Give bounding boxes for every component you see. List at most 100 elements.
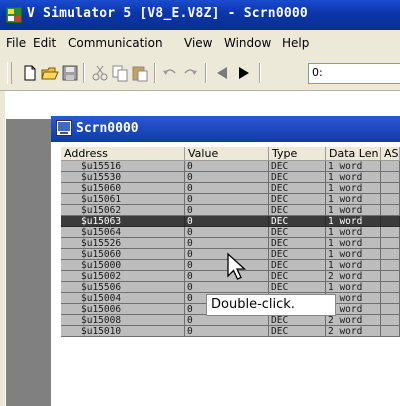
cell-address: $u15000 bbox=[61, 260, 185, 271]
cell-type: DEC bbox=[269, 194, 326, 205]
child-window-title: Scrn0000 bbox=[76, 121, 139, 136]
back-arrow-icon[interactable] bbox=[213, 64, 231, 82]
cell-as bbox=[381, 172, 400, 183]
cell-type: DEC bbox=[269, 271, 326, 282]
menu-communication-label: Communication bbox=[68, 36, 163, 50]
menu-view[interactable]: View bbox=[184, 36, 212, 50]
cell-address: $u15526 bbox=[61, 238, 185, 249]
table-row[interactable]: $u15530 0 DEC 1 word bbox=[61, 172, 400, 183]
cell-as bbox=[381, 216, 400, 227]
cell-address: $u15516 bbox=[61, 161, 185, 172]
screen-number-combo[interactable]: 0: bbox=[308, 63, 400, 84]
cell-address: $u15004 bbox=[61, 293, 185, 304]
cell-value: 0 bbox=[185, 227, 269, 238]
cell-type: DEC bbox=[269, 249, 326, 260]
cell-value: 0 bbox=[185, 172, 269, 183]
cell-value: 0 bbox=[185, 183, 269, 194]
table-row[interactable]: $u15060 0 DEC 1 word bbox=[61, 183, 400, 194]
cell-address: $u15063 bbox=[61, 216, 185, 227]
paste-icon[interactable] bbox=[131, 64, 149, 82]
cell-type: DEC bbox=[269, 161, 326, 172]
cell-len: 1 word bbox=[326, 172, 381, 183]
workspace: Scrn0000 Address Value Type Data Len AS … bbox=[0, 91, 400, 406]
workspace-edge bbox=[0, 91, 6, 406]
cell-len: 2 word bbox=[326, 315, 381, 326]
open-icon[interactable] bbox=[41, 64, 59, 82]
cell-as bbox=[381, 315, 400, 326]
toolbar-grip[interactable] bbox=[7, 62, 12, 84]
cell-value: 0 bbox=[185, 326, 269, 337]
cell-len: 1 word bbox=[326, 238, 381, 249]
forward-arrow-icon[interactable] bbox=[235, 64, 253, 82]
save-icon[interactable] bbox=[61, 64, 79, 82]
cell-address: $u15060 bbox=[61, 183, 185, 194]
new-icon[interactable] bbox=[21, 64, 39, 82]
menu-bar: File Edit Communication View Window Help bbox=[0, 30, 400, 57]
menu-edit[interactable]: Edit bbox=[33, 36, 56, 50]
copy-icon[interactable] bbox=[111, 64, 129, 82]
child-title-bar[interactable]: Scrn0000 bbox=[51, 116, 400, 142]
column-header-data-len[interactable]: Data Len bbox=[326, 147, 381, 161]
column-header-as[interactable]: AS bbox=[381, 147, 400, 161]
cell-as bbox=[381, 326, 400, 337]
cell-value: 0 bbox=[185, 315, 269, 326]
menu-help[interactable]: Help bbox=[282, 36, 309, 50]
cell-value: 0 bbox=[185, 216, 269, 227]
table-row[interactable]: $u15506 0 DEC 1 word bbox=[61, 282, 400, 293]
cell-as bbox=[381, 260, 400, 271]
cell-as bbox=[381, 249, 400, 260]
cell-len: 2 word bbox=[326, 271, 381, 282]
cell-value: 0 bbox=[185, 194, 269, 205]
table-row[interactable]: $u15062 0 DEC 1 word bbox=[61, 205, 400, 216]
cell-len: 1 word bbox=[326, 194, 381, 205]
table-row[interactable]: $u15010 0 DEC 2 word bbox=[61, 326, 400, 337]
cell-len: 1 word bbox=[326, 282, 381, 293]
cell-len: 1 word bbox=[326, 249, 381, 260]
toolbar-separator bbox=[259, 63, 261, 83]
table-row[interactable]: $u15526 0 DEC 1 word bbox=[61, 238, 400, 249]
cell-address: $u15002 bbox=[61, 271, 185, 282]
cell-len: 2 word bbox=[326, 326, 381, 337]
table-row[interactable]: $u15008 0 DEC 2 word bbox=[61, 315, 400, 326]
cell-value: 0 bbox=[185, 282, 269, 293]
cell-as bbox=[381, 183, 400, 194]
undo-icon[interactable] bbox=[161, 64, 179, 82]
redo-icon[interactable] bbox=[181, 64, 199, 82]
menu-window[interactable]: Window bbox=[224, 36, 271, 50]
menu-communication[interactable]: Communication bbox=[68, 36, 163, 50]
title-bar: V Simulator 5 [V8_E.V8Z] - Scrn0000 bbox=[0, 0, 400, 30]
table-row[interactable]: $u15516 0 DEC 1 word bbox=[61, 161, 400, 172]
column-header-value[interactable]: Value bbox=[185, 147, 269, 161]
cell-value: 0 bbox=[185, 205, 269, 216]
table-row[interactable]: $u15064 0 DEC 1 word bbox=[61, 227, 400, 238]
menu-edit-label: Edit bbox=[33, 36, 57, 50]
cell-address: $u15008 bbox=[61, 315, 185, 326]
table-row[interactable]: $u15063 0 DEC 1 word bbox=[61, 216, 400, 227]
simulator-app-icon bbox=[6, 7, 22, 23]
cell-address: $u15064 bbox=[61, 227, 185, 238]
cell-len: 1 word bbox=[326, 161, 381, 172]
menu-window-label: Window bbox=[224, 36, 272, 50]
cell-len: 1 word bbox=[326, 183, 381, 194]
cell-as bbox=[381, 293, 400, 304]
menu-help-label: Help bbox=[282, 36, 310, 50]
column-header-type[interactable]: Type bbox=[269, 147, 326, 161]
cell-value: 0 bbox=[185, 238, 269, 249]
cell-type: DEC bbox=[269, 260, 326, 271]
column-header-address[interactable]: Address bbox=[61, 147, 185, 161]
cell-type: DEC bbox=[269, 282, 326, 293]
screen-window-icon bbox=[56, 120, 72, 136]
cell-type: DEC bbox=[269, 227, 326, 238]
cell-address: $u15010 bbox=[61, 326, 185, 337]
cell-len: 1 word bbox=[326, 260, 381, 271]
cut-icon[interactable] bbox=[91, 64, 109, 82]
cell-len: 1 word bbox=[326, 216, 381, 227]
workspace-top bbox=[5, 91, 400, 119]
menu-file[interactable]: File bbox=[6, 36, 26, 50]
cell-len: 1 word bbox=[326, 227, 381, 238]
toolbar-separator bbox=[205, 63, 207, 83]
menu-view-label: View bbox=[184, 36, 213, 50]
cell-as bbox=[381, 205, 400, 216]
cell-address: $u15006 bbox=[61, 304, 185, 315]
table-row[interactable]: $u15061 0 DEC 1 word bbox=[61, 194, 400, 205]
